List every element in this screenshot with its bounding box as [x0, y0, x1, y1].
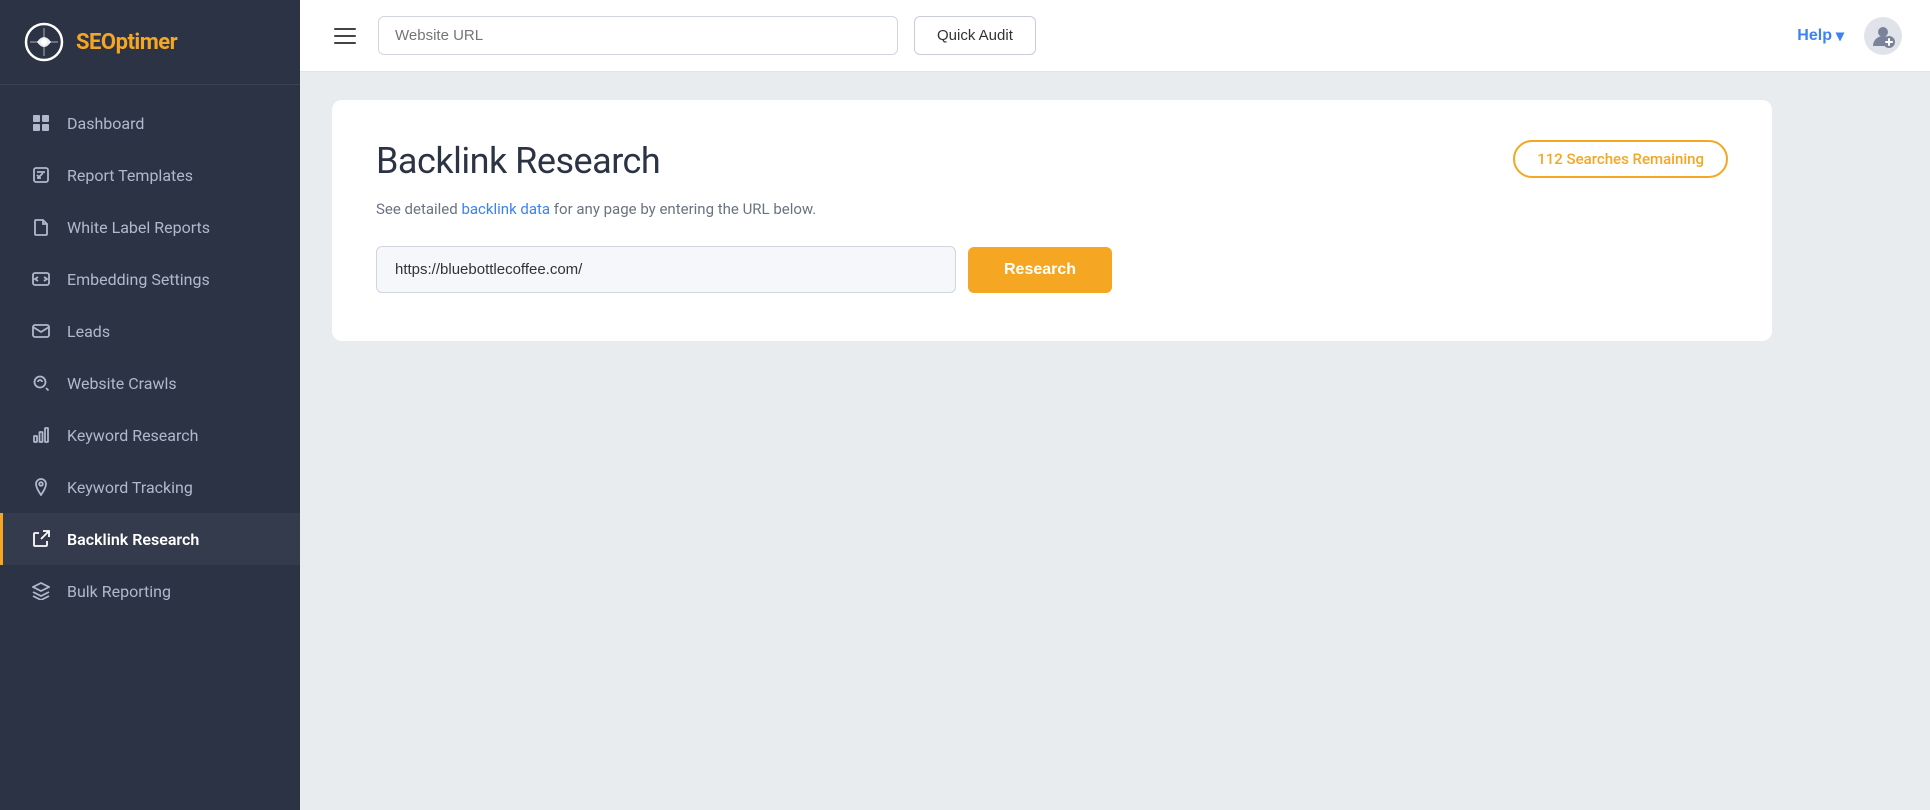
url-input-wrapper — [378, 16, 898, 55]
sidebar-item-leads[interactable]: Leads — [0, 305, 300, 357]
logo-icon — [24, 22, 64, 62]
sidebar-item-dashboard[interactable]: Dashboard — [0, 97, 300, 149]
sidebar-item-bulk-reporting[interactable]: Bulk Reporting — [0, 565, 300, 617]
embed-icon — [31, 269, 51, 289]
main-area: Quick Audit Help ▾ Backlink Research 112… — [300, 0, 1930, 810]
sidebar-navigation: Dashboard Report Templates White Label R… — [0, 85, 300, 810]
sidebar-item-bulk-reporting-label: Bulk Reporting — [67, 582, 171, 601]
sidebar-item-white-label-reports[interactable]: White Label Reports — [0, 201, 300, 253]
sidebar-item-embedding-settings[interactable]: Embedding Settings — [0, 253, 300, 305]
quick-audit-button[interactable]: Quick Audit — [914, 16, 1036, 55]
external-link-icon — [31, 529, 51, 549]
searches-remaining-badge: 112 Searches Remaining — [1513, 140, 1728, 178]
sidebar-item-leads-label: Leads — [67, 322, 110, 341]
mail-icon — [31, 321, 51, 341]
subtitle-text: See detailed — [376, 200, 461, 218]
help-button[interactable]: Help ▾ — [1797, 26, 1844, 46]
logo: SEOptimer — [0, 0, 300, 85]
search-row: Research — [376, 246, 1728, 293]
website-url-input[interactable] — [378, 16, 898, 55]
research-button[interactable]: Research — [968, 247, 1112, 293]
card-header: Backlink Research 112 Searches Remaining — [376, 140, 1728, 182]
hamburger-icon — [334, 28, 356, 44]
main-card: Backlink Research 112 Searches Remaining… — [332, 100, 1772, 341]
user-icon — [1870, 23, 1896, 49]
backlink-data-link[interactable]: backlink data — [461, 200, 550, 218]
subtitle: See detailed backlink data for any page … — [376, 200, 1728, 218]
sidebar-item-white-label-reports-label: White Label Reports — [67, 218, 210, 237]
sidebar-item-report-templates[interactable]: Report Templates — [0, 149, 300, 201]
edit-icon — [31, 165, 51, 185]
pin-icon — [31, 477, 51, 497]
sidebar: SEOptimer Dashboard Report Templates Whi… — [0, 0, 300, 810]
topbar: Quick Audit Help ▾ — [300, 0, 1930, 72]
file-icon — [31, 217, 51, 237]
sidebar-item-keyword-research[interactable]: Keyword Research — [0, 409, 300, 461]
topbar-right: Help ▾ — [1797, 17, 1902, 55]
grid-icon — [31, 113, 51, 133]
sidebar-item-embedding-settings-label: Embedding Settings — [67, 270, 210, 289]
sidebar-item-backlink-research[interactable]: Backlink Research — [0, 513, 300, 565]
sidebar-item-dashboard-label: Dashboard — [67, 114, 144, 133]
content-area: Backlink Research 112 Searches Remaining… — [300, 72, 1930, 810]
user-avatar[interactable] — [1864, 17, 1902, 55]
hamburger-button[interactable] — [328, 22, 362, 50]
sidebar-item-keyword-research-label: Keyword Research — [67, 426, 198, 445]
page-title: Backlink Research — [376, 140, 660, 182]
bar-chart-icon — [31, 425, 51, 445]
search-circle-icon — [31, 373, 51, 393]
chevron-down-icon: ▾ — [1836, 26, 1844, 46]
sidebar-item-website-crawls[interactable]: Website Crawls — [0, 357, 300, 409]
backlink-url-input[interactable] — [376, 246, 956, 293]
help-label: Help — [1797, 27, 1832, 45]
sidebar-item-website-crawls-label: Website Crawls — [67, 374, 177, 393]
layers-icon — [31, 581, 51, 601]
sidebar-item-keyword-tracking-label: Keyword Tracking — [67, 478, 193, 497]
sidebar-item-report-templates-label: Report Templates — [67, 166, 193, 185]
sidebar-item-keyword-tracking[interactable]: Keyword Tracking — [0, 461, 300, 513]
subtitle-rest: for any page by entering the URL below. — [550, 200, 816, 218]
logo-text: SEOptimer — [76, 30, 177, 55]
sidebar-item-backlink-research-label: Backlink Research — [67, 530, 199, 549]
